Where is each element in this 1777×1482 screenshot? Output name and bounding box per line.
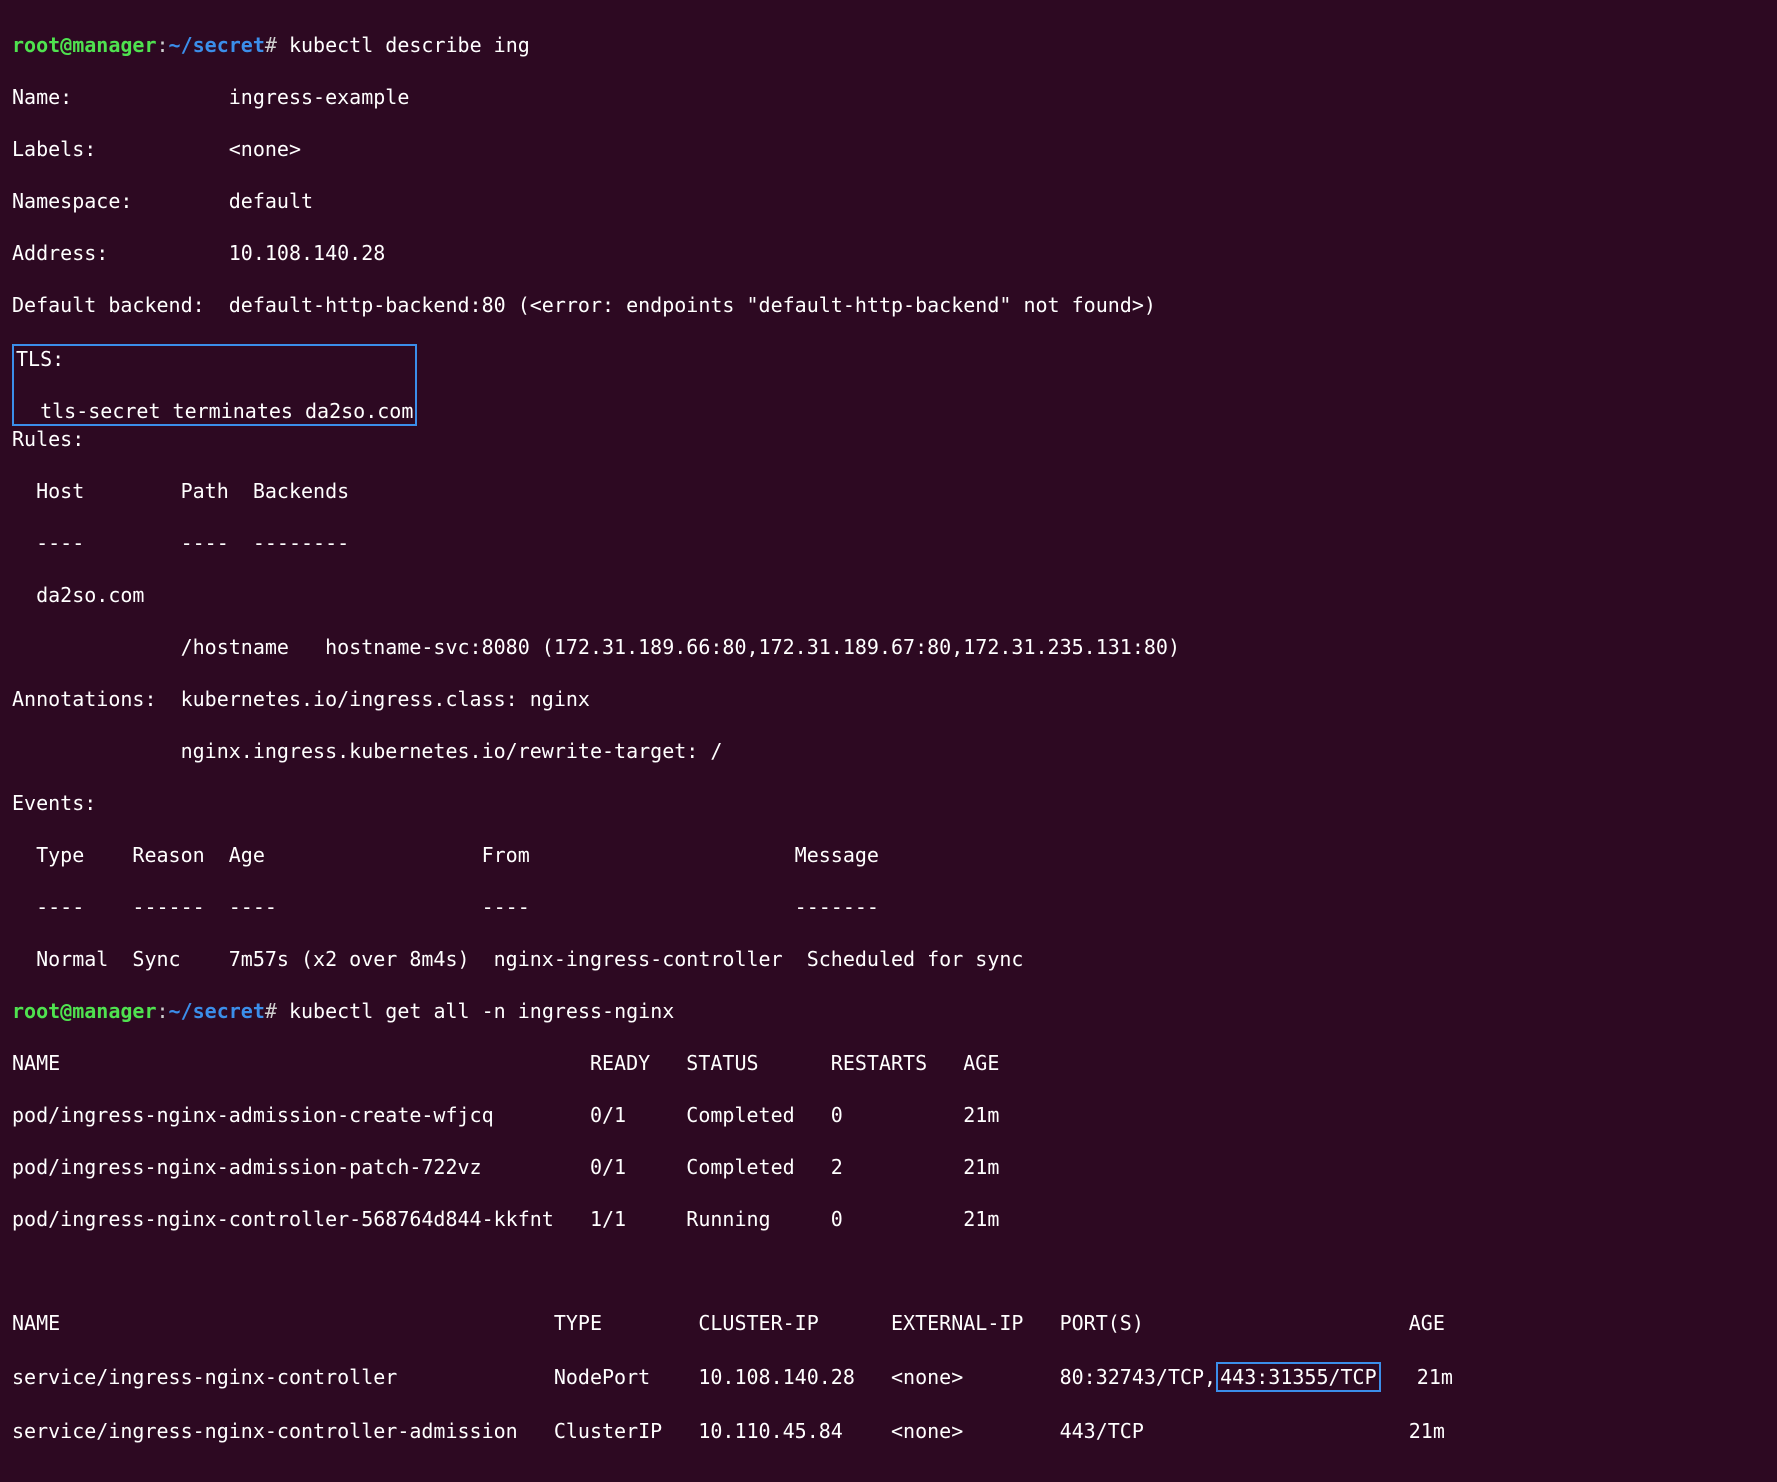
describe-labels: Labels: <none>: [12, 136, 1765, 162]
prompt-path: ~/secret: [169, 999, 265, 1023]
prompt-line-1[interactable]: root@manager:~/secret# kubectl describe …: [12, 32, 1765, 58]
rules-columns: Host Path Backends: [12, 478, 1765, 504]
svc-row1-post: 21m: [1381, 1365, 1453, 1389]
events-header: Events:: [12, 790, 1765, 816]
rules-dashes: ---- ---- --------: [12, 530, 1765, 556]
port-highlight-box: 443:31355/TCP: [1216, 1362, 1381, 1392]
events-dashes: ---- ------ ---- ---- -------: [12, 894, 1765, 920]
pods-header: NAME READY STATUS RESTARTS AGE: [12, 1050, 1765, 1076]
pods-row: pod/ingress-nginx-controller-568764d844-…: [12, 1206, 1765, 1232]
prompt-hash: #: [265, 33, 277, 57]
events-columns: Type Reason Age From Message: [12, 842, 1765, 868]
describe-address: Address: 10.108.140.28: [12, 240, 1765, 266]
annotations-line-1: Annotations: kubernetes.io/ingress.class…: [12, 686, 1765, 712]
rules-header: Rules:: [12, 426, 1765, 452]
annotations-line-2: nginx.ingress.kubernetes.io/rewrite-targ…: [12, 738, 1765, 764]
pods-row: pod/ingress-nginx-admission-create-wfjcq…: [12, 1102, 1765, 1128]
describe-namespace: Namespace: default: [12, 188, 1765, 214]
pods-row: pod/ingress-nginx-admission-patch-722vz …: [12, 1154, 1765, 1180]
prompt-colon: :: [157, 33, 169, 57]
prompt-user: root@manager: [12, 999, 157, 1023]
prompt-user: root@manager: [12, 33, 157, 57]
command-text: kubectl get all -n ingress-nginx: [277, 999, 674, 1023]
tls-body: tls-secret terminates da2so.com: [16, 398, 413, 424]
events-row: Normal Sync 7m57s (x2 over 8m4s) nginx-i…: [12, 946, 1765, 972]
prompt-line-2[interactable]: root@manager:~/secret# kubectl get all -…: [12, 998, 1765, 1024]
prompt-path: ~/secret: [169, 33, 265, 57]
rules-entry: /hostname hostname-svc:8080 (172.31.189.…: [12, 634, 1765, 660]
rules-host: da2so.com: [12, 582, 1765, 608]
svc-header: NAME TYPE CLUSTER-IP EXTERNAL-IP PORT(S)…: [12, 1310, 1765, 1336]
prompt-colon: :: [157, 999, 169, 1023]
tls-header: TLS:: [16, 346, 413, 372]
svc-row1-pre: service/ingress-nginx-controller NodePor…: [12, 1365, 1216, 1389]
prompt-hash: #: [265, 999, 277, 1023]
svc-row-2: service/ingress-nginx-controller-admissi…: [12, 1418, 1765, 1444]
blank-line: [12, 1258, 1765, 1284]
describe-default-backend: Default backend: default-http-backend:80…: [12, 292, 1765, 318]
terminal-output: root@manager:~/secret# kubectl describe …: [0, 0, 1777, 1482]
svc-row-1: service/ingress-nginx-controller NodePor…: [12, 1362, 1765, 1392]
command-text: kubectl describe ing: [277, 33, 530, 57]
describe-name: Name: ingress-example: [12, 84, 1765, 110]
tls-highlight-box: TLS: tls-secret terminates da2so.com: [12, 344, 417, 426]
